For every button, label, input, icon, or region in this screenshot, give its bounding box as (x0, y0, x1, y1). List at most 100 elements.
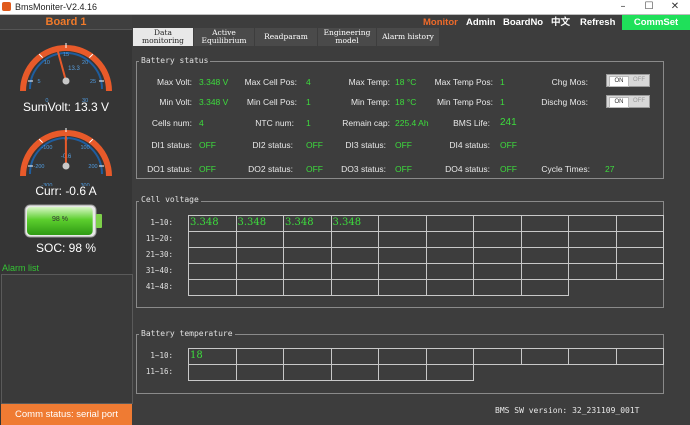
grid-cell (283, 247, 332, 264)
grid-cell (568, 215, 617, 232)
min-cell-pos-value: 1 (306, 97, 311, 107)
grid-row-label: 41~48: (145, 282, 173, 291)
cycle-times-value: 27 (605, 164, 615, 174)
alarm-list-box[interactable] (1, 274, 133, 404)
grid-cell (473, 348, 522, 365)
grid-cell (615, 247, 664, 264)
grid-cell (235, 263, 284, 280)
grid-cell: 3.348 (330, 215, 379, 232)
grid-cell (425, 263, 474, 280)
grid-cell (425, 215, 474, 232)
grid-row-label: 11~20: (145, 234, 173, 243)
board-label: Board 1 (45, 16, 87, 28)
grid-cell (425, 279, 474, 296)
maximize-icon[interactable]: ☐ (638, 0, 660, 14)
board-header: Board 1 (0, 15, 132, 30)
grid-cell (425, 231, 474, 248)
title-bar: BmsMoniter-V2.4.16 – ☐ ✕ (0, 0, 690, 15)
grid-cell: 3.348 (283, 215, 332, 232)
cell-voltage-title: Cell voltage (139, 195, 201, 204)
chg-mos-toggle[interactable]: ON OFF (606, 74, 650, 87)
ntc-num-value: 1 (306, 118, 311, 128)
battery-percent: 98 % (52, 216, 68, 223)
grid-cell (188, 247, 237, 264)
grid-cell (235, 364, 284, 381)
grid-cell: 3.348 (188, 215, 237, 232)
tab-readparam[interactable]: Readparam (255, 28, 317, 46)
sumvolt-label: SumVolt: 13.3 V (22, 100, 110, 114)
grid-cell (520, 247, 569, 264)
tab-data-monitoring[interactable]: Data monitoring (133, 28, 193, 46)
min-temp-pos-label: Min Temp Pos: (436, 97, 493, 107)
dischg-mos-label: Dischg Mos: (541, 97, 588, 107)
do1-label: DO1 status: (147, 164, 192, 174)
battery-icon: 98 % (24, 204, 104, 238)
menu-boardno[interactable]: BoardNo (503, 15, 543, 30)
gauge-tick-label: 10 (44, 60, 50, 66)
menu-language[interactable]: 中文 (551, 15, 570, 30)
di1-label: DI1 status: (151, 140, 192, 150)
grid-cell (520, 215, 569, 232)
remain-cap-value: 225.4 Ah (395, 118, 429, 128)
remain-cap-label: Remain cap: (342, 118, 390, 128)
grid-row-label: 31~40: (145, 266, 173, 275)
window-title: BmsMoniter-V2.4.16 (15, 2, 98, 12)
max-volt-label: Max Volt: (157, 77, 192, 87)
close-icon[interactable]: ✕ (664, 0, 686, 14)
grid-cell (188, 263, 237, 280)
app-icon (2, 2, 11, 11)
grid-cell (330, 231, 379, 248)
grid-row-label: 11~16: (145, 367, 173, 376)
dischg-mos-toggle[interactable]: ON OFF (606, 95, 650, 108)
battery-temperature-title: Battery temperature (139, 329, 235, 338)
di1-value: OFF (199, 140, 216, 150)
grid-cell (473, 279, 522, 296)
do1-value: OFF (199, 164, 216, 174)
toggle-off-label: OFF (633, 77, 645, 83)
do4-label: DO4 status: (445, 164, 490, 174)
toggle-on-label: ON (609, 97, 629, 108)
grid-cell (568, 231, 617, 248)
grid-cell (425, 364, 474, 381)
tab-engineering-model[interactable]: Engineering model (318, 28, 376, 46)
grid-cell (520, 263, 569, 280)
voltage-gauge: 0 5 10 15 20 25 30 13.3 (14, 33, 118, 109)
cycle-times-label: Cycle Times: (541, 164, 590, 174)
grid-cell: 18 (188, 348, 237, 365)
tab-alarm-history[interactable]: Alarm history (377, 28, 439, 46)
tab-active-equilibrium[interactable]: Active Equilibrium (194, 28, 254, 46)
gauge-tick-label: 25 (90, 79, 96, 85)
gauge-tick-label: 5 (37, 79, 40, 85)
min-volt-label: Min Volt: (159, 97, 192, 107)
grid-row-label: 21~30: (145, 250, 173, 259)
grid-cell (235, 348, 284, 365)
menu-admin[interactable]: Admin (466, 15, 496, 30)
grid-cell (330, 247, 379, 264)
do3-label: DO3 status: (341, 164, 386, 174)
toggle-off-label: OFF (633, 98, 645, 104)
voltage-gauge-readout: 13.3 (68, 66, 80, 72)
tab-label: monitoring (141, 36, 184, 45)
grid-cell (330, 364, 379, 381)
di4-value: OFF (500, 140, 517, 150)
toggle-on-label: ON (609, 76, 629, 87)
grid-cell (283, 364, 332, 381)
grid-cell (425, 348, 474, 365)
grid-cell (378, 215, 427, 232)
min-temp-pos-value: 1 (500, 97, 505, 107)
grid-cell (615, 348, 664, 365)
soc-label: SOC: 98 % (35, 241, 97, 255)
ntc-num-label: NTC num: (255, 118, 294, 128)
di3-value: OFF (395, 140, 412, 150)
comm-status: Comm status: serial port (1, 404, 132, 425)
grid-cell (283, 263, 332, 280)
menu-refresh[interactable]: Refresh (580, 15, 615, 30)
bms-life-value: 241 (500, 117, 517, 128)
grid-cell (425, 247, 474, 264)
grid-cell (615, 231, 664, 248)
commset-button[interactable]: CommSet (622, 15, 690, 30)
grid-cell (615, 263, 664, 280)
minimize-icon[interactable]: – (612, 0, 634, 14)
grid-cell (568, 348, 617, 365)
grid-cell (378, 364, 427, 381)
